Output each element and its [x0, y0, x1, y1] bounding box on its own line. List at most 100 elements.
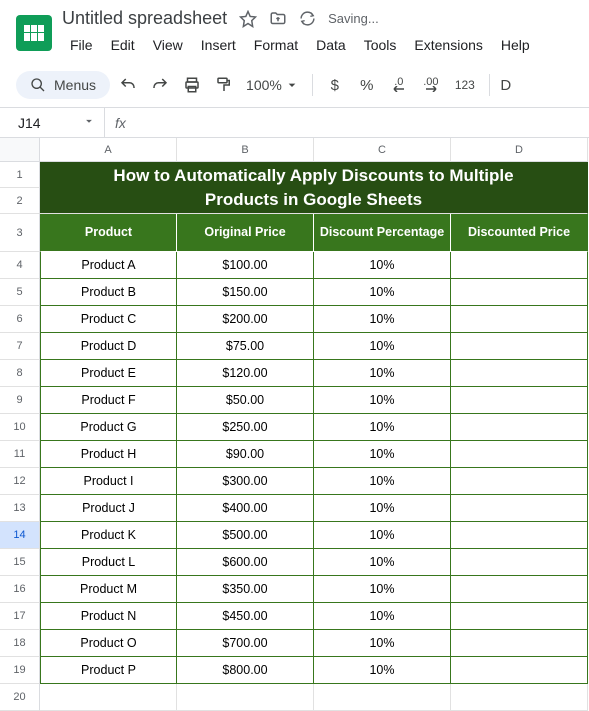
row-header[interactable]: 20 — [0, 684, 40, 711]
cell[interactable]: $300.00 — [177, 468, 314, 495]
percent-button[interactable]: % — [353, 71, 381, 99]
menu-format[interactable]: Format — [246, 33, 306, 57]
cell[interactable]: $75.00 — [177, 333, 314, 360]
cell[interactable] — [177, 684, 314, 711]
cell[interactable]: Product I — [40, 468, 177, 495]
cell[interactable]: Product K — [40, 522, 177, 549]
row-header[interactable]: 16 — [0, 576, 40, 603]
col-header-B[interactable]: B — [177, 138, 314, 162]
cloud-status-icon[interactable] — [299, 10, 316, 27]
cell[interactable]: $120.00 — [177, 360, 314, 387]
move-to-folder-icon[interactable] — [269, 10, 287, 28]
cell[interactable]: $90.00 — [177, 441, 314, 468]
row-header[interactable]: 2 — [0, 188, 40, 214]
cell[interactable]: Product E — [40, 360, 177, 387]
menu-insert[interactable]: Insert — [193, 33, 244, 57]
zoom-dropdown[interactable]: 100% — [242, 77, 304, 93]
cell[interactable]: $200.00 — [177, 306, 314, 333]
cell[interactable] — [451, 441, 588, 468]
cell[interactable]: $400.00 — [177, 495, 314, 522]
cell[interactable]: Product C — [40, 306, 177, 333]
cell[interactable]: $450.00 — [177, 603, 314, 630]
cell[interactable] — [451, 684, 588, 711]
row-header[interactable]: 14 — [0, 522, 40, 549]
row-header[interactable]: 11 — [0, 441, 40, 468]
cell[interactable]: $150.00 — [177, 279, 314, 306]
cell[interactable]: Product H — [40, 441, 177, 468]
cell[interactable]: Product N — [40, 603, 177, 630]
menu-tools[interactable]: Tools — [356, 33, 405, 57]
cell[interactable]: Product D — [40, 333, 177, 360]
star-icon[interactable] — [239, 10, 257, 28]
cell[interactable]: Product O — [40, 630, 177, 657]
cell[interactable]: Product P — [40, 657, 177, 684]
cell[interactable]: 10% — [314, 441, 451, 468]
col-header-A[interactable]: A — [40, 138, 177, 162]
cell[interactable]: 10% — [314, 522, 451, 549]
cell[interactable]: $250.00 — [177, 414, 314, 441]
cell[interactable] — [451, 468, 588, 495]
cell[interactable]: 10% — [314, 333, 451, 360]
cell[interactable] — [451, 630, 588, 657]
decrease-decimal-button[interactable]: .0 — [385, 71, 413, 99]
print-button[interactable] — [178, 71, 206, 99]
row-header[interactable]: 6 — [0, 306, 40, 333]
cell[interactable]: 10% — [314, 603, 451, 630]
cell[interactable] — [451, 387, 588, 414]
cell[interactable]: Product M — [40, 576, 177, 603]
cell[interactable]: 10% — [314, 414, 451, 441]
cell[interactable] — [451, 522, 588, 549]
cell[interactable]: 10% — [314, 387, 451, 414]
paint-format-button[interactable] — [210, 71, 238, 99]
menu-data[interactable]: Data — [308, 33, 354, 57]
row-header[interactable]: 8 — [0, 360, 40, 387]
increase-decimal-button[interactable]: .00 — [417, 71, 445, 99]
formula-bar[interactable] — [136, 108, 589, 137]
cell[interactable] — [451, 576, 588, 603]
cell[interactable] — [40, 684, 177, 711]
cell[interactable] — [314, 684, 451, 711]
row-header[interactable]: 10 — [0, 414, 40, 441]
cell[interactable]: $50.00 — [177, 387, 314, 414]
cell[interactable] — [451, 306, 588, 333]
cell[interactable]: Product F — [40, 387, 177, 414]
cell[interactable]: 10% — [314, 576, 451, 603]
cell[interactable] — [451, 657, 588, 684]
row-header[interactable]: 18 — [0, 630, 40, 657]
cell[interactable]: 10% — [314, 306, 451, 333]
row-header[interactable]: 17 — [0, 603, 40, 630]
cell[interactable] — [451, 333, 588, 360]
col-header-C[interactable]: C — [314, 138, 451, 162]
cell[interactable]: Product L — [40, 549, 177, 576]
table-header[interactable]: Product — [40, 214, 177, 252]
menu-help[interactable]: Help — [493, 33, 538, 57]
cell[interactable]: $350.00 — [177, 576, 314, 603]
cell[interactable] — [451, 279, 588, 306]
more-formats-button[interactable]: 123 — [449, 71, 481, 99]
cell[interactable]: 10% — [314, 279, 451, 306]
table-header[interactable]: Discounted Price — [451, 214, 588, 252]
row-header[interactable]: 13 — [0, 495, 40, 522]
table-header[interactable]: Discount Percentage — [314, 214, 451, 252]
table-header[interactable]: Original Price — [177, 214, 314, 252]
row-header[interactable]: 12 — [0, 468, 40, 495]
cell[interactable]: $800.00 — [177, 657, 314, 684]
cell[interactable]: $700.00 — [177, 630, 314, 657]
font-dropdown[interactable]: D — [498, 71, 514, 99]
cell[interactable]: $100.00 — [177, 252, 314, 279]
col-header-D[interactable]: D — [451, 138, 588, 162]
cell[interactable] — [451, 252, 588, 279]
cell[interactable] — [451, 495, 588, 522]
cell[interactable] — [451, 603, 588, 630]
cell[interactable] — [451, 360, 588, 387]
namebox[interactable]: J14 — [0, 108, 105, 137]
cell[interactable]: 10% — [314, 252, 451, 279]
sheets-logo[interactable] — [16, 15, 52, 51]
doc-title[interactable]: Untitled spreadsheet — [62, 8, 227, 29]
row-header[interactable]: 9 — [0, 387, 40, 414]
row-header[interactable]: 5 — [0, 279, 40, 306]
row-header[interactable]: 19 — [0, 657, 40, 684]
menu-edit[interactable]: Edit — [103, 33, 143, 57]
row-header[interactable]: 4 — [0, 252, 40, 279]
cell[interactable]: Product J — [40, 495, 177, 522]
